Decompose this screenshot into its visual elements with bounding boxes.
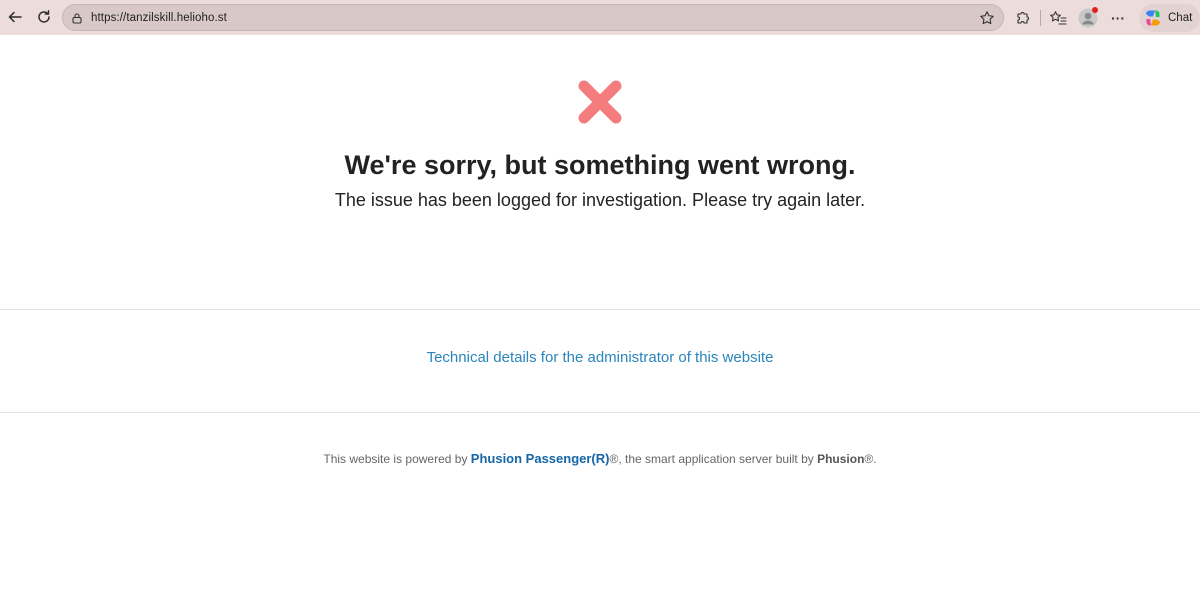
x-mark-icon [578, 80, 622, 124]
reload-button[interactable] [29, 2, 59, 32]
more-menu-button[interactable]: ··· [1105, 5, 1131, 31]
url-text[interactable]: https://tanzilskill.helioho.st [91, 12, 227, 24]
favorites-list-icon [1050, 10, 1067, 25]
copilot-chat-button[interactable]: Chat [1139, 3, 1200, 32]
favorites-button[interactable] [1045, 5, 1071, 31]
address-bar[interactable]: https://tanzilskill.helioho.st [62, 4, 1004, 31]
more-icon: ··· [1111, 9, 1125, 26]
divider [0, 412, 1200, 413]
copilot-icon [1146, 10, 1160, 25]
puzzle-icon [1017, 11, 1029, 24]
arrow-left-icon [8, 11, 22, 23]
powered-by-footer: This website is powered by Phusion Passe… [0, 451, 1200, 466]
toolbar-divider [1040, 9, 1041, 26]
extensions-button[interactable] [1010, 5, 1036, 31]
error-headline: We're sorry, but something went wrong. [344, 150, 856, 180]
favorite-star-icon[interactable] [977, 8, 997, 28]
back-button[interactable] [0, 2, 30, 32]
reload-icon [38, 10, 50, 23]
lock-icon[interactable] [70, 11, 84, 25]
toolbar-actions: ··· Chat [1010, 3, 1200, 32]
footer-prefix: This website is powered by [323, 452, 471, 466]
browser-toolbar: https://tanzilskill.helioho.st ··· Chat [0, 0, 1200, 35]
profile-button[interactable] [1075, 5, 1101, 31]
footer-middle: ®, the smart application server built by [609, 452, 818, 466]
error-page: We're sorry, but something went wrong. T… [0, 35, 1200, 595]
notification-dot [1092, 6, 1098, 13]
technical-details-link[interactable]: Technical details for the administrator … [0, 349, 1200, 366]
chat-label: Chat [1168, 11, 1193, 24]
error-message: The issue has been logged for investigat… [334, 190, 866, 210]
footer-suffix: ®. [864, 452, 877, 466]
divider [0, 309, 1200, 310]
phusion-link[interactable]: Phusion [817, 452, 864, 466]
phusion-passenger-link[interactable]: Phusion Passenger(R) [471, 451, 610, 466]
